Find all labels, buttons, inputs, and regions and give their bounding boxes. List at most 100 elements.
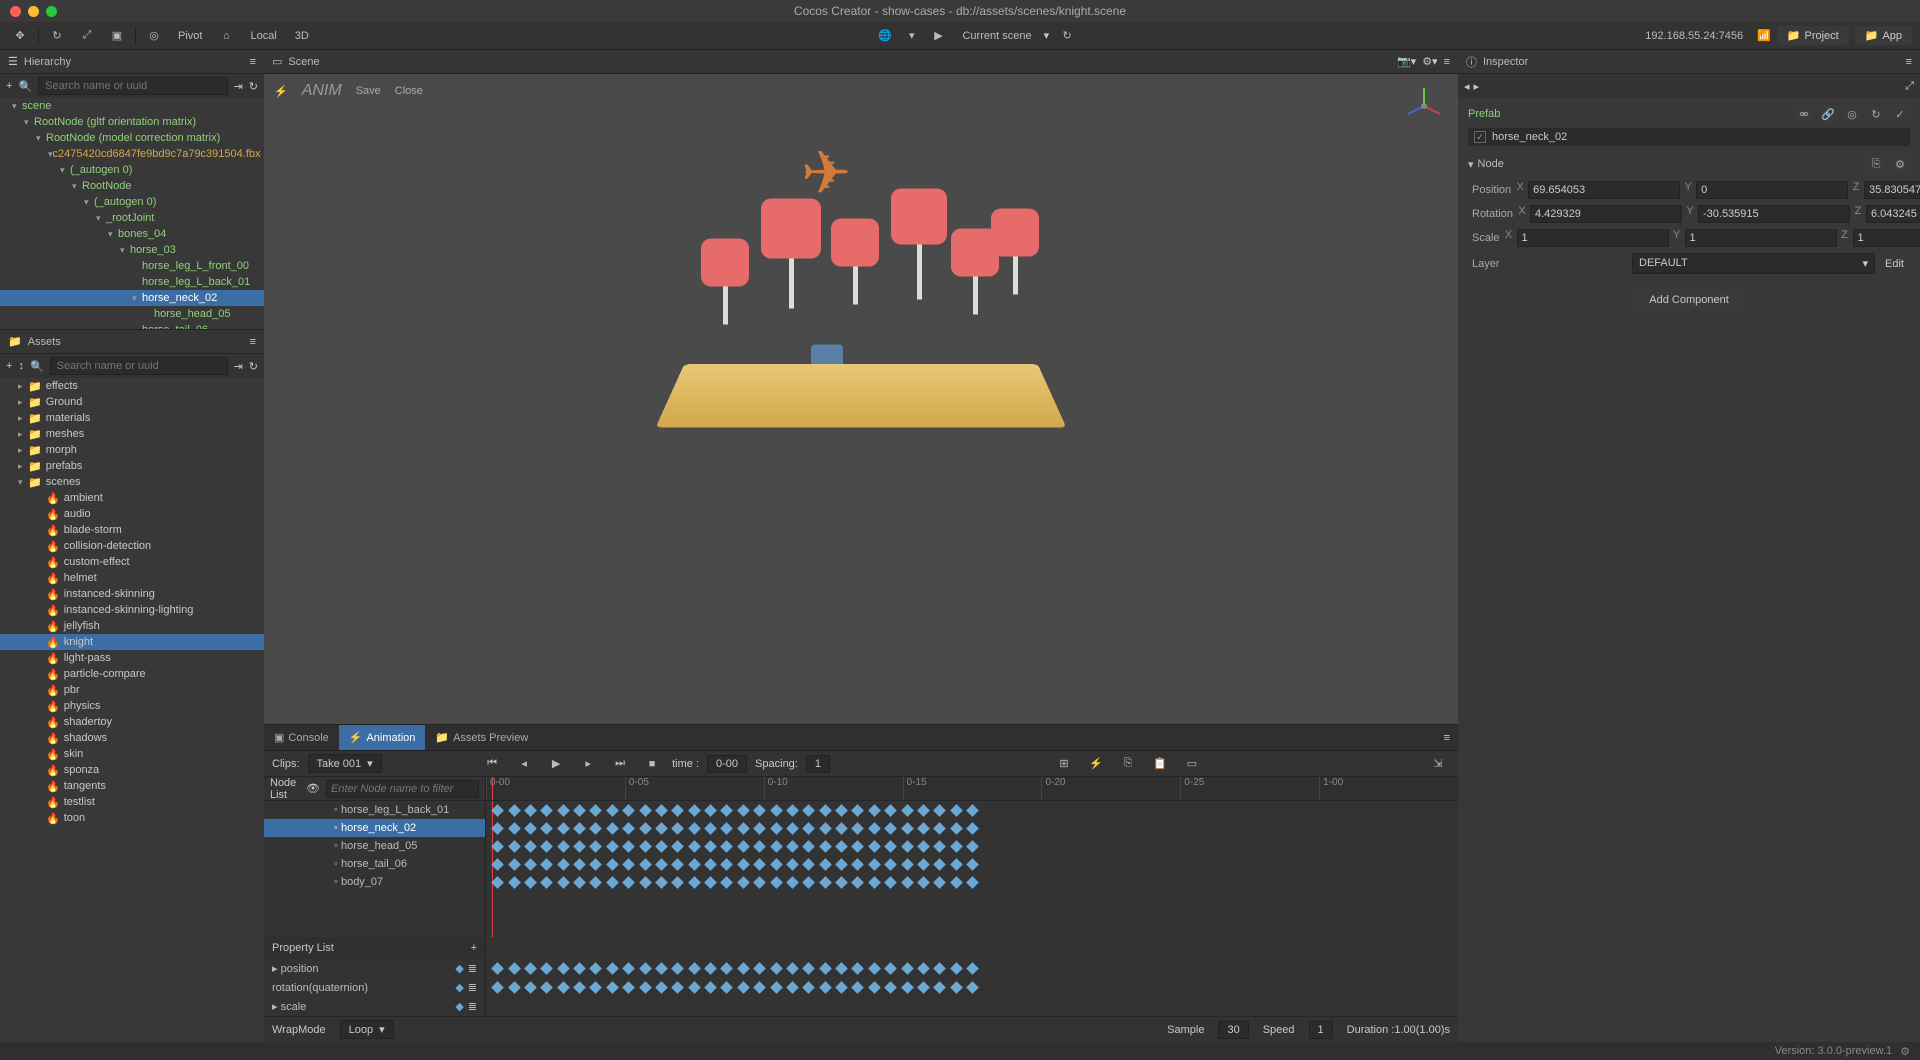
- property-row[interactable]: ▸ scale◆≣: [264, 997, 485, 1016]
- keyframe[interactable]: [753, 804, 766, 817]
- keyframe[interactable]: [884, 981, 897, 994]
- keyframe[interactable]: [753, 822, 766, 835]
- keyframe[interactable]: [688, 840, 701, 853]
- keyframe[interactable]: [802, 858, 815, 871]
- scale-tool[interactable]: ⤢: [75, 25, 99, 47]
- property-track[interactable]: [486, 959, 1458, 978]
- card-icon[interactable]: ▭: [1180, 753, 1204, 775]
- tab-console[interactable]: ▣ Console: [264, 725, 339, 750]
- collapse-icon[interactable]: ⇥: [234, 360, 243, 373]
- keyframe[interactable]: [966, 962, 979, 975]
- keyframe[interactable]: [868, 962, 881, 975]
- keyframe[interactable]: [524, 981, 537, 994]
- keyframe[interactable]: [966, 822, 979, 835]
- keyframe[interactable]: [721, 804, 734, 817]
- property-row[interactable]: ▸ position◆≣: [264, 959, 485, 978]
- keyframe[interactable]: [835, 804, 848, 817]
- keyframe[interactable]: [721, 840, 734, 853]
- keyframe[interactable]: [491, 981, 504, 994]
- keyframe[interactable]: [704, 876, 717, 889]
- keyframe[interactable]: [671, 858, 684, 871]
- eye-icon[interactable]: 👁: [306, 782, 320, 795]
- keyframe-track[interactable]: [486, 837, 1458, 855]
- keyframe[interactable]: [606, 981, 619, 994]
- keyframe[interactable]: [671, 840, 684, 853]
- assets-item[interactable]: ▸📁meshes: [0, 426, 264, 442]
- globe-icon[interactable]: 🌐: [873, 25, 897, 47]
- keyframe[interactable]: [606, 822, 619, 835]
- spacing-field[interactable]: 1: [806, 755, 830, 773]
- keyframe[interactable]: [557, 962, 570, 975]
- assets-search[interactable]: [50, 357, 228, 375]
- sort-icon[interactable]: ↕: [18, 360, 24, 372]
- assets-item[interactable]: 🔥instanced-skinning-lighting: [0, 602, 264, 618]
- keyframe[interactable]: [639, 876, 652, 889]
- keyframe[interactable]: [639, 822, 652, 835]
- keyframe[interactable]: [901, 876, 914, 889]
- keyframe[interactable]: [622, 840, 635, 853]
- keyframe[interactable]: [786, 981, 799, 994]
- keyframe[interactable]: [704, 840, 717, 853]
- keyframe[interactable]: [590, 962, 603, 975]
- tab-animation[interactable]: ⚡ Animation: [339, 725, 426, 750]
- ruler-tick[interactable]: 0-20: [1041, 777, 1180, 800]
- keyframe[interactable]: [917, 876, 930, 889]
- assets-item[interactable]: ▸📁Ground: [0, 394, 264, 410]
- assets-item[interactable]: 🔥ambient: [0, 490, 264, 506]
- grid-icon[interactable]: ⊞: [1052, 753, 1076, 775]
- keyframe[interactable]: [786, 804, 799, 817]
- keyframe[interactable]: [933, 981, 946, 994]
- keyframe[interactable]: [540, 804, 553, 817]
- assets-item[interactable]: 🔥blade-storm: [0, 522, 264, 538]
- keyframe[interactable]: [802, 840, 815, 853]
- keyframe[interactable]: [786, 840, 799, 853]
- rotation-y[interactable]: [1698, 205, 1850, 223]
- keyframe[interactable]: [655, 804, 668, 817]
- local-icon[interactable]: ⌂: [214, 25, 238, 47]
- scene-caret[interactable]: ▾: [1044, 29, 1050, 42]
- hierarchy-search[interactable]: [38, 77, 227, 95]
- play-button[interactable]: ▶: [926, 25, 950, 47]
- assets-item[interactable]: 🔥tangents: [0, 778, 264, 794]
- ruler-tick[interactable]: 1-00: [1319, 777, 1458, 800]
- keyframe[interactable]: [835, 858, 848, 871]
- keyframe[interactable]: [950, 962, 963, 975]
- keyframe[interactable]: [557, 840, 570, 853]
- keyframe[interactable]: [753, 840, 766, 853]
- assets-item[interactable]: 🔥jellyfish: [0, 618, 264, 634]
- forward-icon[interactable]: ▸: [1474, 80, 1480, 93]
- keyframe[interactable]: [721, 981, 734, 994]
- stop-icon[interactable]: ■: [640, 753, 664, 775]
- keyframe[interactable]: [933, 804, 946, 817]
- assets-tree[interactable]: ▸📁effects▸📁Ground▸📁materials▸📁meshes▸📁mo…: [0, 378, 264, 1042]
- camera-icon[interactable]: 📷▾: [1397, 55, 1416, 68]
- keyframe[interactable]: [852, 962, 865, 975]
- animation-node-item[interactable]: ◦ horse_tail_06: [264, 855, 485, 873]
- move-tool[interactable]: ✥: [8, 25, 32, 47]
- keyframe[interactable]: [688, 858, 701, 871]
- panel-menu-icon[interactable]: ≡: [1436, 732, 1458, 744]
- property-track[interactable]: [486, 997, 1458, 1016]
- next-frame-icon[interactable]: ▸: [576, 753, 600, 775]
- refresh-icon[interactable]: ↻: [249, 80, 258, 93]
- keyframe[interactable]: [573, 858, 586, 871]
- keyframe[interactable]: [557, 804, 570, 817]
- add-property-icon[interactable]: +: [471, 942, 477, 954]
- clip-select[interactable]: Take 001 ▾: [308, 754, 382, 773]
- current-scene[interactable]: Current scene: [956, 30, 1037, 42]
- keyframe[interactable]: [917, 858, 930, 871]
- keyframe[interactable]: [721, 858, 734, 871]
- keyframe[interactable]: [655, 962, 668, 975]
- position-y[interactable]: [1696, 181, 1848, 199]
- keyframe[interactable]: [737, 876, 750, 889]
- keyframe[interactable]: [868, 876, 881, 889]
- keyframe[interactable]: [917, 840, 930, 853]
- app-button[interactable]: 📁 App: [1855, 26, 1912, 45]
- wrapmode-select[interactable]: Loop ▾: [340, 1020, 394, 1039]
- apply-icon[interactable]: ✓: [1890, 105, 1910, 123]
- keyframe[interactable]: [540, 858, 553, 871]
- rect-tool[interactable]: ▣: [105, 25, 129, 47]
- keyframe[interactable]: [688, 962, 701, 975]
- keyframe[interactable]: [573, 981, 586, 994]
- keyframe[interactable]: [966, 981, 979, 994]
